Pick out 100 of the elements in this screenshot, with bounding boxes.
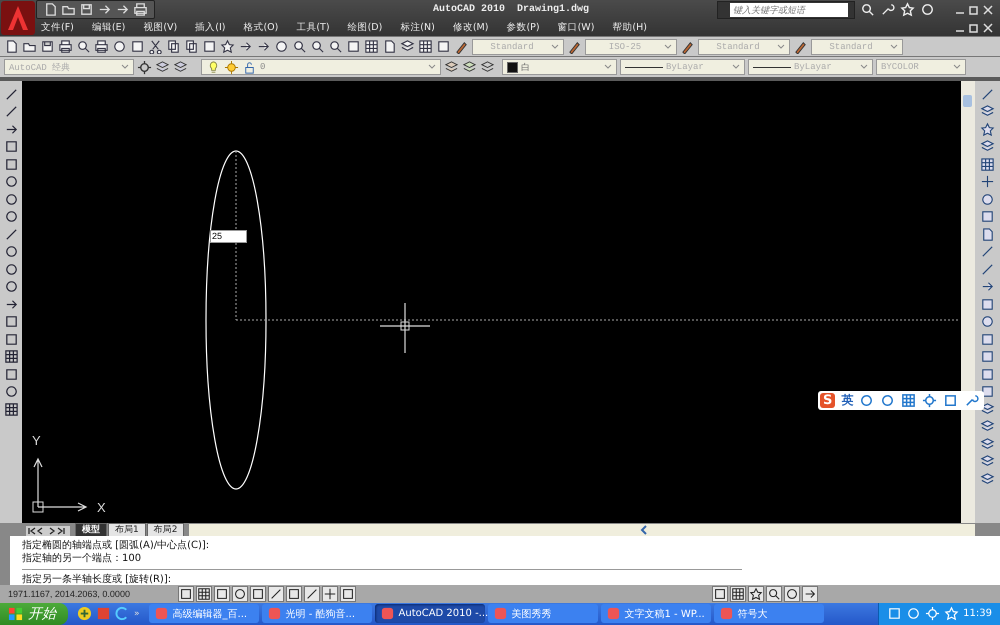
menu-item[interactable]: 参数(P) [506, 21, 540, 34]
menu-item[interactable]: 插入(I) [195, 21, 226, 34]
grid-icon[interactable] [364, 39, 379, 54]
more-button[interactable]: » [134, 608, 140, 619]
square-icon[interactable] [980, 384, 995, 400]
cross-icon[interactable] [322, 586, 338, 602]
caret-icon [952, 64, 962, 70]
grid-icon[interactable] [196, 586, 212, 602]
command-prompt[interactable]: 指定另一条半轴长度或 [旋转(R)]: [22, 573, 1000, 586]
vertical-scrollbar[interactable] [961, 80, 975, 523]
page-icon[interactable] [980, 226, 995, 242]
menu-item[interactable]: 编辑(E) [92, 21, 126, 34]
page-icon[interactable] [382, 39, 397, 54]
page-icon[interactable] [4, 39, 19, 54]
square-icon[interactable] [346, 39, 361, 54]
menu-item[interactable]: 工具(T) [296, 21, 330, 34]
brush-icon[interactable] [567, 39, 582, 54]
menu-item[interactable]: 视图(V) [143, 21, 178, 34]
line-icon[interactable] [4, 226, 18, 242]
tab-navigation-icon[interactable] [26, 526, 70, 536]
circle-icon[interactable] [232, 586, 248, 602]
layout-tab[interactable]: 布局1 [108, 523, 146, 536]
brush-icon[interactable] [793, 39, 808, 54]
dynamic-input-field[interactable]: 25 [210, 230, 247, 243]
square-icon[interactable] [4, 366, 18, 382]
scissors-icon[interactable] [148, 39, 163, 54]
layers-icon[interactable] [980, 402, 995, 417]
square-icon[interactable] [178, 586, 194, 602]
square-icon[interactable] [4, 314, 18, 330]
magnifier-icon[interactable] [860, 2, 875, 17]
square-icon[interactable] [980, 209, 995, 224]
magnifier-icon[interactable] [76, 39, 91, 54]
printer-icon[interactable] [94, 39, 109, 54]
square-icon[interactable] [202, 39, 217, 54]
browser-icon[interactable] [115, 606, 130, 622]
copy-icon[interactable] [184, 39, 199, 54]
brush-icon[interactable] [680, 39, 695, 54]
command-history-line: 指定轴的另一个端点：100 [22, 552, 142, 566]
square-icon[interactable] [250, 586, 266, 602]
taskbar-button[interactable]: AutoCAD 2010 -... [374, 604, 485, 624]
caret-icon [889, 44, 899, 50]
layers-icon[interactable] [980, 472, 995, 487]
cross-icon[interactable] [980, 174, 995, 190]
start-button[interactable]: 开始 [0, 602, 68, 625]
taskbar-button[interactable]: 符号大 [714, 604, 824, 624]
square-icon[interactable] [980, 332, 995, 347]
ime-logo[interactable]: S [820, 392, 836, 408]
window-controls-icon[interactable] [954, 4, 994, 16]
menu-item[interactable]: 修改(M) [452, 21, 488, 34]
menu-item[interactable]: 格式(O) [243, 21, 278, 34]
grid-icon[interactable] [4, 349, 18, 364]
line-icon[interactable] [980, 244, 995, 260]
line-icon[interactable] [980, 86, 995, 102]
star-icon[interactable] [748, 586, 764, 602]
square-icon[interactable] [980, 366, 995, 382]
taskbar-button[interactable]: 文字文稿1 - WP... [600, 604, 711, 624]
square-icon[interactable] [4, 332, 18, 347]
horizontal-scrollbar[interactable] [189, 524, 975, 536]
magnifier-icon[interactable] [310, 39, 325, 54]
page-icon[interactable] [43, 2, 58, 17]
square-icon[interactable] [286, 586, 302, 602]
copy-icon[interactable] [166, 39, 181, 54]
square-icon[interactable] [712, 586, 728, 602]
square-icon[interactable] [4, 139, 18, 154]
square-icon[interactable] [214, 586, 230, 602]
circle-icon[interactable] [784, 586, 800, 602]
star-icon[interactable] [980, 122, 995, 137]
printer-icon[interactable] [58, 39, 73, 54]
square-icon[interactable] [4, 156, 18, 172]
menu-item[interactable]: 绘图(D) [348, 21, 382, 34]
line-icon[interactable] [4, 86, 18, 102]
menu-item[interactable]: 帮助(H) [612, 21, 647, 34]
square-icon[interactable] [340, 586, 356, 602]
square-icon[interactable] [980, 349, 995, 364]
magnifier-icon[interactable] [328, 39, 343, 54]
color-dropdown[interactable]: 白 [502, 59, 617, 76]
magnifier-icon[interactable] [766, 586, 782, 602]
layout-tab[interactable]: 布局2 [146, 523, 184, 536]
square-icon[interactable] [436, 39, 451, 54]
menu-item[interactable]: 文件(F) [41, 21, 74, 34]
taskbar-button[interactable]: 光明 - 酷狗音... [262, 604, 372, 624]
grid-icon[interactable] [730, 586, 746, 602]
menu-item[interactable]: 窗口(W) [558, 21, 594, 34]
ime-mode-toggle[interactable]: 英 [841, 392, 854, 409]
magnifier-icon[interactable] [292, 39, 307, 54]
grid-icon[interactable] [418, 39, 433, 54]
layers-icon[interactable] [980, 436, 995, 452]
square-icon[interactable] [130, 39, 145, 54]
menu-item[interactable]: 标注(N) [400, 21, 435, 34]
taskbar-button[interactable]: 美图秀秀 [488, 604, 598, 624]
grid-icon[interactable] [980, 156, 995, 172]
line-icon[interactable] [4, 104, 18, 120]
line-icon[interactable] [980, 262, 995, 277]
document-controls-icon[interactable] [954, 22, 994, 34]
brush-icon[interactable] [454, 39, 469, 54]
taskbar-button[interactable]: 高级编辑器_百... [148, 604, 259, 624]
grid-icon[interactable] [4, 402, 18, 417]
layout-tab[interactable]: 模型 [75, 523, 107, 536]
star-icon[interactable] [220, 39, 235, 54]
square-icon[interactable] [980, 296, 995, 312]
